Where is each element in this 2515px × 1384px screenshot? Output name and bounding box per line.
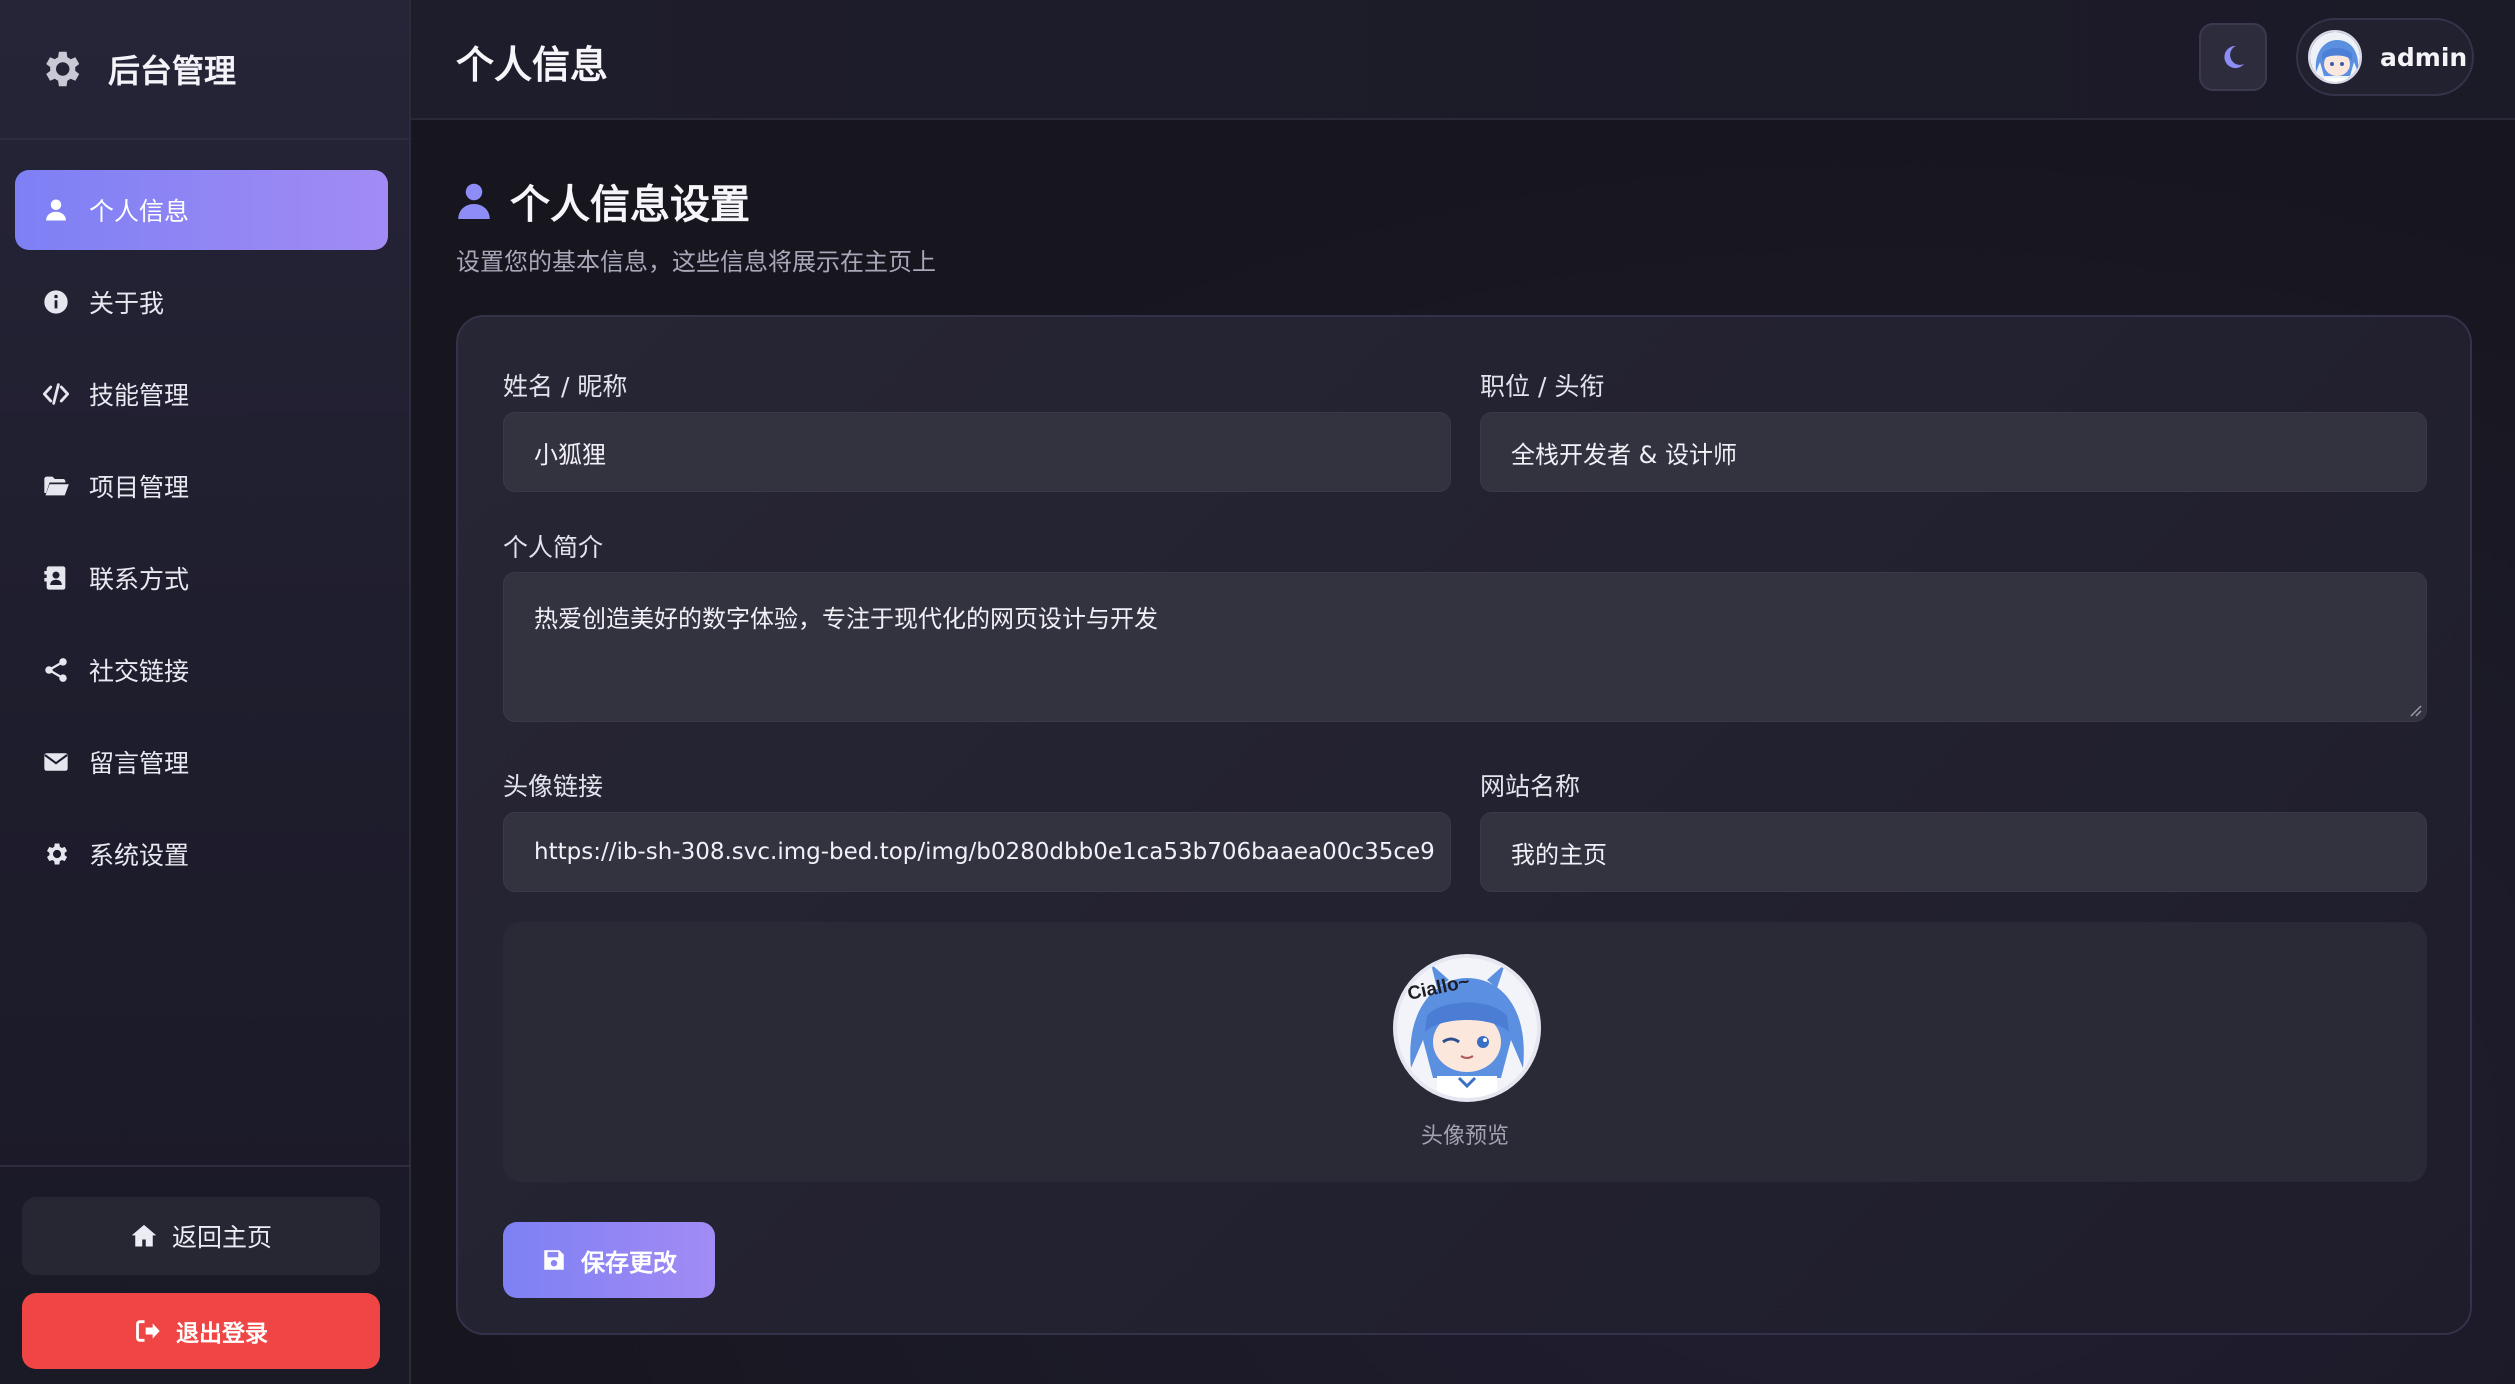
sidebar-item-label: 留言管理	[89, 749, 190, 778]
sidebar-item-label: 技能管理	[89, 381, 190, 410]
sidebar-item-label: 关于我	[89, 289, 165, 318]
logout-button[interactable]: 退出登录	[22, 1293, 380, 1369]
avatar-preview-image: Ciallo~	[1393, 954, 1541, 1102]
gear-icon	[41, 839, 71, 869]
title-label: 职位 / 头衔	[1480, 372, 1605, 401]
sidebar-item-settings[interactable]: 系统设置	[15, 814, 388, 894]
section-header: 个人信息设置	[456, 172, 750, 230]
sidebar: 后台管理 个人信息 关于我 技能管理 项目管理 联系方式 社交链接 留言管理 系…	[0, 0, 411, 1384]
sidebar-item-profile[interactable]: 个人信息	[15, 170, 388, 250]
avatar-url-input[interactable]: https://ib-sh-308.svc.img-bed.top/img/b0…	[503, 812, 1451, 892]
main-content: 个人信息设置 设置您的基本信息，这些信息将展示在主页上 姓名 / 昵称 小狐狸 …	[411, 120, 2515, 1384]
sidebar-nav: 个人信息 关于我 技能管理 项目管理 联系方式 社交链接 留言管理 系统设置	[15, 170, 388, 906]
share-nodes-icon	[41, 655, 71, 685]
sidebar-item-about[interactable]: 关于我	[15, 262, 388, 342]
brand-title: 后台管理	[108, 52, 237, 90]
gear-icon	[46, 51, 80, 87]
sidebar-item-label: 个人信息	[89, 197, 190, 226]
floppy-disk-icon	[544, 1250, 564, 1270]
site-name-label: 网站名称	[1480, 772, 1581, 801]
user-menu[interactable]: admin	[2296, 18, 2474, 96]
theme-toggle-button[interactable]	[2199, 23, 2267, 91]
save-button[interactable]: 保存更改	[503, 1222, 715, 1298]
avatar-preview-caption: 头像预览	[1420, 1124, 1509, 1149]
save-label: 保存更改	[581, 1248, 677, 1277]
bio-label: 个人简介	[503, 533, 604, 562]
page-title: 个人信息	[456, 43, 609, 87]
sidebar-item-projects[interactable]: 项目管理	[15, 446, 388, 526]
sign-out-icon	[136, 1320, 160, 1342]
user-icon	[41, 195, 71, 225]
bio-text: 热爱创造美好的数字体验，专注于现代化的网页设计与开发	[534, 605, 1158, 633]
section-title: 个人信息设置	[510, 182, 750, 228]
section-subtitle: 设置您的基本信息，这些信息将展示在主页上	[456, 248, 936, 276]
avatar-preview: Ciallo~ 头像预览	[503, 922, 2427, 1182]
folder-open-icon	[41, 471, 71, 501]
username: admin	[2380, 42, 2468, 72]
moon-icon	[2224, 45, 2245, 69]
sidebar-footer: 返回主页 退出登录	[0, 1165, 411, 1384]
name-input[interactable]: 小狐狸	[503, 412, 1451, 492]
envelope-icon	[41, 747, 71, 777]
user-icon	[458, 183, 490, 219]
sidebar-item-contact[interactable]: 联系方式	[15, 538, 388, 618]
profile-form-card: 姓名 / 昵称 小狐狸 职位 / 头衔 全栈开发者 & 设计师 个人简介 热爱创…	[456, 315, 2472, 1335]
site-name-input[interactable]: 我的主页	[1480, 812, 2427, 892]
resize-handle[interactable]	[2408, 703, 2422, 717]
name-label: 姓名 / 昵称	[503, 372, 628, 401]
back-home-label: 返回主页	[171, 1223, 272, 1252]
code-icon	[41, 379, 71, 409]
top-header: 个人信息 admin	[411, 0, 2515, 120]
sidebar-item-label: 社交链接	[89, 657, 190, 686]
sidebar-item-messages[interactable]: 留言管理	[15, 722, 388, 802]
sidebar-item-skills[interactable]: 技能管理	[15, 354, 388, 434]
sidebar-item-label: 联系方式	[89, 565, 190, 594]
sidebar-item-social[interactable]: 社交链接	[15, 630, 388, 710]
bio-textarea[interactable]: 热爱创造美好的数字体验，专注于现代化的网页设计与开发	[503, 572, 2427, 722]
sidebar-item-label: 项目管理	[89, 473, 190, 502]
sidebar-brand: 后台管理	[0, 0, 409, 140]
address-card-icon	[41, 563, 71, 593]
avatar	[2308, 30, 2362, 84]
sidebar-item-label: 系统设置	[89, 841, 190, 870]
back-home-button[interactable]: 返回主页	[22, 1197, 380, 1275]
title-input[interactable]: 全栈开发者 & 设计师	[1480, 412, 2427, 492]
logout-label: 退出登录	[176, 1321, 268, 1347]
avatar-url-label: 头像链接	[503, 772, 604, 801]
admin-app: 后台管理 个人信息 关于我 技能管理 项目管理 联系方式 社交链接 留言管理 系…	[0, 0, 2515, 1384]
home-icon	[131, 1224, 157, 1247]
info-circle-icon	[41, 287, 71, 317]
